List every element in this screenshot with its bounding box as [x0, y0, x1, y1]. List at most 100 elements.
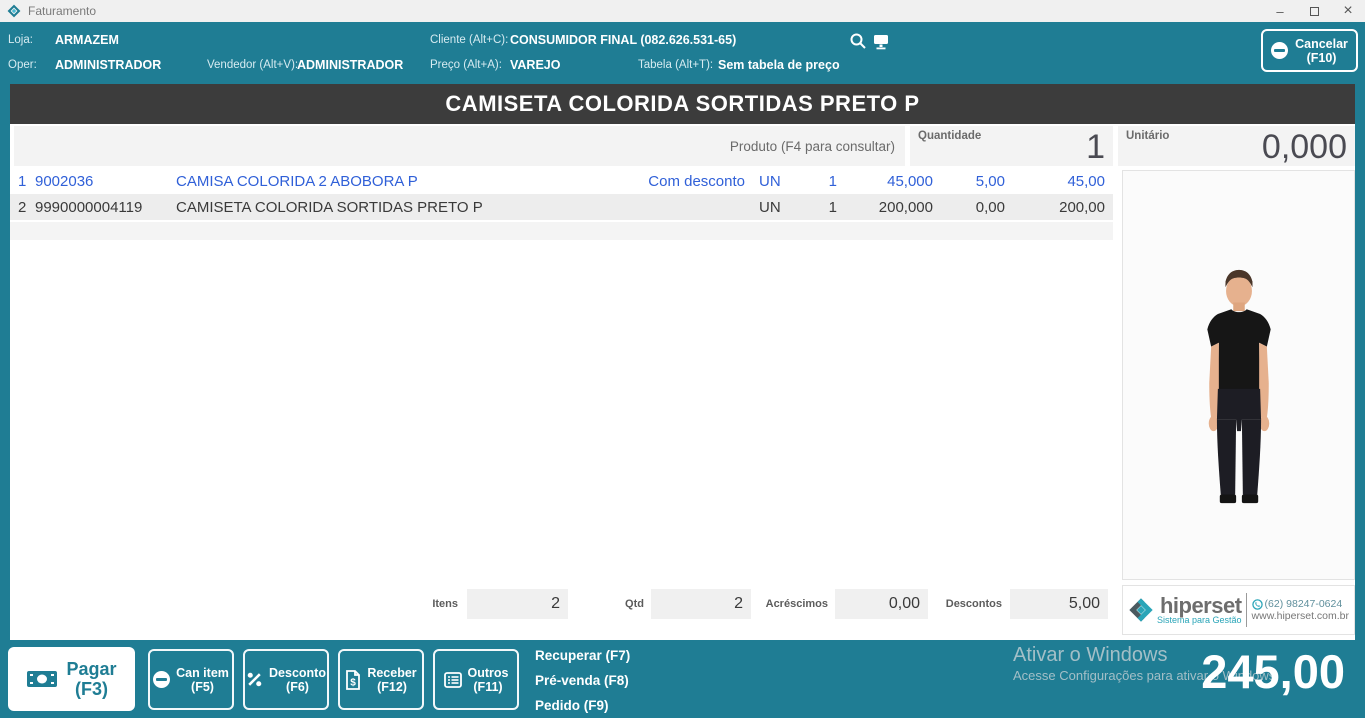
item-unit: UN	[745, 199, 789, 216]
current-product-banner: CAMISETA COLORIDA SORTIDAS PRETO P	[10, 84, 1355, 124]
vendedor-value[interactable]: ADMINISTRADOR	[297, 58, 403, 72]
item-code: 9990000004119	[26, 199, 176, 216]
item-number: 2	[10, 199, 26, 216]
right-accent-strip	[1355, 84, 1365, 640]
item-note: Com desconto	[575, 173, 745, 190]
search-icon[interactable]	[849, 32, 867, 50]
acrescimos-label: Acréscimos	[760, 598, 828, 610]
tabela-value: Sem tabela de preço	[718, 58, 840, 72]
descontos-label: Descontos	[936, 598, 1002, 610]
summary-bar: Itens 2 Qtd 2 Acréscimos 0,00 Descontos …	[0, 588, 1365, 620]
desconto-key: (F6)	[286, 680, 309, 694]
pedido-link[interactable]: Pedido (F9)	[535, 698, 609, 713]
preco-label: Preço (Alt+A):	[430, 59, 502, 71]
customer-display-icon[interactable]	[872, 32, 890, 50]
item-number: 1	[10, 173, 26, 190]
receber-button[interactable]: $ Receber (F12)	[338, 649, 424, 710]
sale-total: 245,00	[1201, 642, 1345, 702]
quantidade-input[interactable]: Quantidade 1	[910, 126, 1113, 166]
cash-icon	[26, 668, 58, 690]
table-row[interactable]: 2 9990000004119 CAMISETA COLORIDA SORTID…	[10, 194, 1113, 220]
item-unit: UN	[745, 173, 789, 190]
app-logo-icon	[7, 4, 21, 18]
pagar-button[interactable]: Pagar (F3)	[8, 647, 135, 711]
item-desc: CAMISETA COLORIDA SORTIDAS PRETO P	[176, 199, 575, 216]
outros-key: (F11)	[473, 680, 502, 694]
itens-value: 2	[551, 589, 560, 619]
qtd-value: 2	[734, 589, 743, 619]
cliente-value[interactable]: CONSUMIDOR FINAL (082.626.531-65)	[510, 33, 736, 47]
receber-label: Receber	[367, 666, 416, 680]
items-table: 1 9002036 CAMISA COLORIDA 2 ABOBORA P Co…	[10, 168, 1113, 240]
loja-value: ARMAZEM	[55, 33, 119, 47]
cancel-label: Cancelar	[1295, 37, 1348, 51]
window-title: Faturamento	[28, 4, 96, 18]
empty-row	[10, 222, 1113, 240]
desconto-button[interactable]: Desconto (F6)	[243, 649, 329, 710]
desconto-label: Desconto	[269, 666, 326, 680]
item-qty: 1	[789, 199, 837, 216]
can-item-button[interactable]: Can item (F5)	[148, 649, 234, 710]
quantidade-value: 1	[1086, 126, 1105, 166]
qtd-box: 2	[651, 589, 751, 619]
preco-value[interactable]: VAREJO	[510, 58, 560, 72]
faturamento-window: Faturamento – × Loja: ARMAZEM Oper: ADMI…	[0, 0, 1365, 718]
table-row[interactable]: 1 9002036 CAMISA COLORIDA 2 ABOBORA P Co…	[10, 168, 1113, 194]
produto-input[interactable]: Produto (F4 para consultar)	[14, 126, 905, 166]
item-desc: CAMISA COLORIDA 2 ABOBORA P	[176, 173, 575, 190]
item-disc: 5,00	[933, 173, 1005, 190]
cancel-key: (F10)	[1307, 51, 1337, 65]
item-price: 200,000	[837, 199, 933, 216]
quantidade-label: Quantidade	[918, 130, 981, 142]
descontos-value: 5,00	[1069, 589, 1100, 619]
pagar-label: Pagar	[66, 659, 116, 679]
pre-venda-link[interactable]: Pré-venda (F8)	[535, 673, 629, 688]
pagar-key: (F3)	[75, 679, 108, 699]
oper-value: ADMINISTRADOR	[55, 58, 161, 72]
itens-box: 2	[467, 589, 568, 619]
cancel-button[interactable]: Cancelar (F10)	[1261, 29, 1358, 72]
close-button[interactable]: ×	[1331, 0, 1365, 22]
maximize-icon	[1310, 7, 1319, 16]
vendedor-label: Vendedor (Alt+V):	[207, 59, 298, 71]
receipt-dollar-icon: $	[345, 670, 361, 690]
maximize-button[interactable]	[1297, 0, 1331, 22]
loja-label: Loja:	[8, 34, 33, 46]
footer-bar: Pagar (F3) Can item (F5) Desconto (F6)	[0, 640, 1365, 718]
entry-row: Produto (F4 para consultar) Quantidade 1…	[10, 124, 1355, 168]
percent-icon	[246, 671, 263, 688]
svg-text:$: $	[351, 677, 357, 688]
item-disc: 0,00	[933, 199, 1005, 216]
minus-circle-icon	[1271, 42, 1288, 59]
receber-key: (F12)	[377, 680, 407, 694]
unitario-value: 0,000	[1262, 126, 1347, 166]
can-item-key: (F5)	[191, 680, 214, 694]
oper-label: Oper:	[8, 59, 37, 71]
itens-label: Itens	[398, 598, 458, 610]
produto-placeholder: Produto (F4 para consultar)	[730, 139, 895, 154]
outros-label: Outros	[468, 666, 509, 680]
cliente-label: Cliente (Alt+C):	[430, 34, 508, 46]
outros-button[interactable]: Outros (F11)	[433, 649, 519, 710]
minimize-button[interactable]: –	[1263, 0, 1297, 22]
sale-header: Loja: ARMAZEM Oper: ADMINISTRADOR Vended…	[0, 22, 1365, 84]
list-icon	[444, 672, 462, 688]
unitario-label: Unitário	[1126, 130, 1169, 142]
can-item-label: Can item	[176, 666, 229, 680]
item-price: 45,000	[837, 173, 933, 190]
item-code: 9002036	[26, 173, 176, 190]
product-image-panel	[1122, 170, 1355, 580]
left-accent-strip	[0, 84, 10, 640]
item-total: 45,00	[1005, 173, 1113, 190]
item-total: 200,00	[1005, 199, 1113, 216]
titlebar: Faturamento – ×	[0, 0, 1365, 22]
acrescimos-box: 0,00	[835, 589, 928, 619]
descontos-box: 5,00	[1010, 589, 1108, 619]
unitario-input[interactable]: Unitário 0,000	[1118, 126, 1355, 166]
acrescimos-value: 0,00	[889, 589, 920, 619]
minus-circle-icon	[153, 671, 170, 688]
qtd-label: Qtd	[595, 598, 644, 610]
item-qty: 1	[789, 173, 837, 190]
recuperar-link[interactable]: Recuperar (F7)	[535, 648, 630, 663]
tabela-label: Tabela (Alt+T):	[638, 59, 713, 71]
